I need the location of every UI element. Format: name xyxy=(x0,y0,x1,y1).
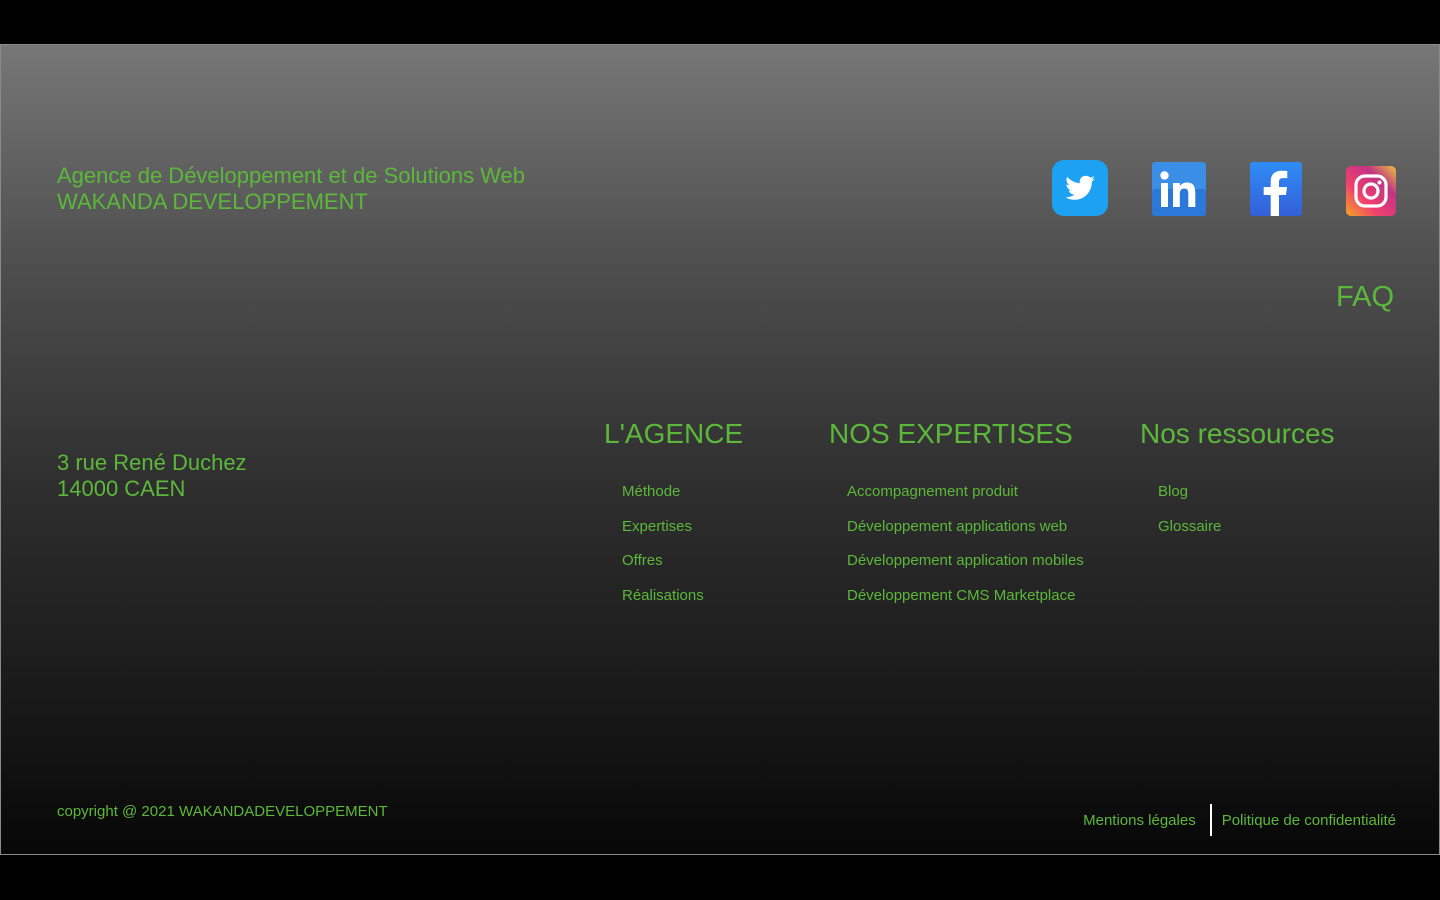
link-dev-application-mobiles[interactable]: Développement application mobiles xyxy=(847,552,1084,587)
link-realisations[interactable]: Réalisations xyxy=(622,587,743,622)
site-footer: Agence de Développement et de Solutions … xyxy=(0,44,1440,855)
faq-link[interactable]: FAQ xyxy=(1336,281,1394,314)
link-expertises[interactable]: Expertises xyxy=(622,518,743,553)
brand-block: Agence de Développement et de Solutions … xyxy=(57,163,525,215)
mentions-legales-link[interactable]: Mentions légales xyxy=(1083,812,1196,829)
ressources-heading: Nos ressources xyxy=(1140,418,1335,449)
linkedin-link[interactable] xyxy=(1151,161,1207,217)
agence-column: L'AGENCE Méthode Expertises Offres Réali… xyxy=(604,417,743,622)
link-blog[interactable]: Blog xyxy=(1158,483,1335,518)
link-offres[interactable]: Offres xyxy=(622,552,743,587)
facebook-icon xyxy=(1250,162,1302,216)
expertises-column: NOS EXPERTISES Accompagnement produit Dé… xyxy=(829,417,1084,622)
ressources-column: Nos ressources Blog Glossaire xyxy=(1140,417,1335,552)
address-city: 14000 CAEN xyxy=(57,476,186,501)
expertises-links: Accompagnement produit Développement app… xyxy=(847,483,1084,622)
copyright-text: copyright @ 2021 WAKANDADEVELOPPEMENT xyxy=(57,803,388,820)
privacy-policy-link[interactable]: Politique de confidentialité xyxy=(1222,812,1396,829)
twitter-link[interactable] xyxy=(1051,159,1109,217)
linkedin-icon xyxy=(1152,162,1206,216)
link-glossaire[interactable]: Glossaire xyxy=(1158,518,1335,553)
address-block: 3 rue René Duchez 14000 CAEN xyxy=(57,450,247,502)
instagram-link[interactable] xyxy=(1345,165,1397,217)
twitter-icon xyxy=(1052,160,1108,216)
ressources-links: Blog Glossaire xyxy=(1158,483,1335,552)
brand-name: WAKANDA DEVELOPPEMENT xyxy=(57,189,368,214)
legal-separator xyxy=(1209,804,1212,836)
link-methode[interactable]: Méthode xyxy=(622,483,743,518)
agence-heading: L'AGENCE xyxy=(604,418,744,449)
social-links xyxy=(1051,159,1397,219)
legal-links: Mentions légales Politique de confidenti… xyxy=(1083,804,1396,836)
expertises-heading: NOS EXPERTISES xyxy=(829,418,1073,449)
agence-links: Méthode Expertises Offres Réalisations xyxy=(622,483,743,622)
brand-tagline: Agence de Développement et de Solutions … xyxy=(57,163,526,188)
link-dev-applications-web[interactable]: Développement applications web xyxy=(847,518,1084,553)
address-street: 3 rue René Duchez xyxy=(57,450,247,475)
instagram-icon xyxy=(1346,166,1396,216)
link-accompagnement-produit[interactable]: Accompagnement produit xyxy=(847,483,1084,518)
facebook-link[interactable] xyxy=(1249,161,1303,217)
link-dev-cms-marketplace[interactable]: Développement CMS Marketplace xyxy=(847,587,1084,622)
